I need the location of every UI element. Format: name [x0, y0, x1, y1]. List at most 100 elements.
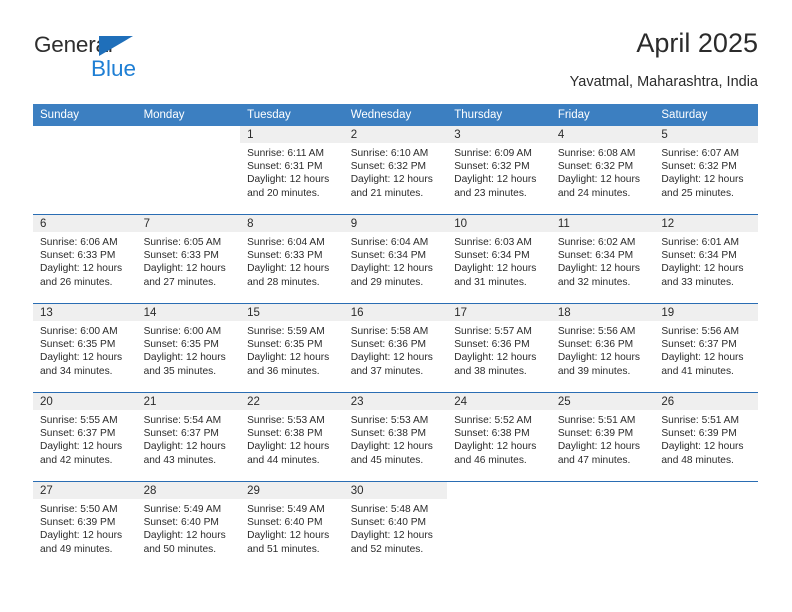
- calendar-day-cell[interactable]: 26 Sunrise: 5:51 AM Sunset: 6:39 PM Dayligh…: [654, 392, 758, 482]
- daylight-text: Daylight: 12 hours and 50 minutes.: [143, 530, 226, 555]
- calendar-day-cell[interactable]: 12 Sunrise: 6:01 AM Sunset: 6:34 PM Dayligh…: [654, 214, 758, 304]
- calendar-day-cell[interactable]: 16 Sunrise: 5:58 AM Sunset: 6:36 PM Dayligh…: [343, 303, 448, 393]
- daylight-text: Daylight: 12 hours and 38 minutes.: [454, 352, 537, 377]
- calendar-day-cell[interactable]: 3 Sunrise: 6:09 AM Sunset: 6:32 PM Daylight…: [447, 126, 551, 215]
- calendar-day-cell[interactable]: 19 Sunrise: 5:56 AM Sunset: 6:37 PM Dayligh…: [654, 303, 758, 393]
- calendar-day-cell[interactable]: 23 Sunrise: 5:53 AM Sunset: 6:38 PM Dayligh…: [343, 392, 448, 482]
- day-cell[interactable]: 9 Sunrise: 6:04 AM Sunset: 6:34 PM Daylight…: [343, 215, 448, 303]
- day-cell[interactable]: 15 Sunrise: 5:59 AM Sunset: 6:35 PM Dayligh…: [240, 304, 344, 392]
- day-cell[interactable]: 8 Sunrise: 6:04 AM Sunset: 6:33 PM Daylight…: [240, 215, 344, 303]
- day-cell[interactable]: 14 Sunrise: 6:00 AM Sunset: 6:35 PM Dayligh…: [136, 304, 241, 392]
- day-cell[interactable]: 11 Sunrise: 6:02 AM Sunset: 6:34 PM Dayligh…: [550, 215, 655, 303]
- day-cell[interactable]: 21 Sunrise: 5:54 AM Sunset: 6:37 PM Dayligh…: [136, 393, 241, 481]
- day-number: 23: [343, 393, 448, 410]
- day-number: 18: [550, 304, 655, 321]
- calendar-week-row: 20 Sunrise: 5:55 AM Sunset: 6:37 PM Dayligh…: [33, 392, 758, 482]
- daylight-text: Daylight: 12 hours and 36 minutes.: [247, 352, 330, 377]
- calendar-day-cell[interactable]: 28 Sunrise: 5:49 AM Sunset: 6:40 PM Dayligh…: [136, 481, 241, 570]
- calendar-day-cell[interactable]: 20 Sunrise: 5:55 AM Sunset: 6:37 PM Dayligh…: [33, 392, 137, 482]
- daylight-text: Daylight: 12 hours and 43 minutes.: [143, 441, 226, 466]
- calendar-day-cell[interactable]: 6 Sunrise: 6:06 AM Sunset: 6:33 PM Daylight…: [33, 214, 137, 304]
- day-cell[interactable]: 4 Sunrise: 6:08 AM Sunset: 6:32 PM Daylight…: [550, 126, 655, 214]
- sunrise-text: Sunrise: 5:49 AM: [247, 504, 325, 515]
- calendar-day-cell[interactable]: 29 Sunrise: 5:49 AM Sunset: 6:40 PM Dayligh…: [240, 481, 344, 570]
- day-cell[interactable]: 6 Sunrise: 6:06 AM Sunset: 6:33 PM Daylight…: [33, 215, 137, 303]
- day-cell[interactable]: 25 Sunrise: 5:51 AM Sunset: 6:39 PM Dayligh…: [550, 393, 655, 481]
- calendar-day-cell[interactable]: 2 Sunrise: 6:10 AM Sunset: 6:32 PM Daylight…: [343, 126, 448, 215]
- day-cell-empty: [33, 126, 137, 214]
- calendar-day-cell[interactable]: 17 Sunrise: 5:57 AM Sunset: 6:36 PM Dayligh…: [447, 303, 551, 393]
- day-cell[interactable]: 19 Sunrise: 5:56 AM Sunset: 6:37 PM Dayligh…: [654, 304, 758, 392]
- sunrise-text: Sunrise: 5:50 AM: [40, 504, 118, 515]
- calendar-day-cell[interactable]: [654, 481, 758, 570]
- page-subtitle-location: Yavatmal, Maharashtra, India: [569, 74, 758, 90]
- sunset-text: Sunset: 6:31 PM: [247, 161, 323, 173]
- calendar-day-cell[interactable]: [550, 481, 655, 570]
- day-cell[interactable]: 28 Sunrise: 5:49 AM Sunset: 6:40 PM Dayligh…: [136, 482, 241, 570]
- calendar-day-cell[interactable]: 25 Sunrise: 5:51 AM Sunset: 6:39 PM Dayligh…: [550, 392, 655, 482]
- day-cell[interactable]: 13 Sunrise: 6:00 AM Sunset: 6:35 PM Dayligh…: [33, 304, 137, 392]
- sunset-text: Sunset: 6:32 PM: [350, 161, 427, 173]
- logo-triangle-icon: [99, 36, 133, 56]
- day-cell[interactable]: 18 Sunrise: 5:56 AM Sunset: 6:36 PM Dayligh…: [550, 304, 655, 392]
- day-cell[interactable]: 12 Sunrise: 6:01 AM Sunset: 6:34 PM Dayligh…: [654, 215, 758, 303]
- day-details: Sunrise: 5:49 AM Sunset: 6:40 PM Daylight:…: [137, 499, 241, 556]
- day-number: [447, 482, 551, 499]
- daylight-text: Daylight: 12 hours and 52 minutes.: [350, 530, 433, 555]
- day-cell[interactable]: 7 Sunrise: 6:05 AM Sunset: 6:33 PM Daylight…: [136, 215, 241, 303]
- day-number: 8: [240, 215, 344, 232]
- calendar-day-cell[interactable]: 18 Sunrise: 5:56 AM Sunset: 6:36 PM Dayligh…: [550, 303, 655, 393]
- weekday-header-monday: Monday: [136, 104, 241, 126]
- general-blue-logo[interactable]: General Blue: [33, 33, 163, 86]
- day-number: [33, 126, 137, 143]
- day-cell[interactable]: 22 Sunrise: 5:53 AM Sunset: 6:38 PM Dayligh…: [240, 393, 344, 481]
- calendar-day-cell[interactable]: [447, 481, 551, 570]
- calendar-day-cell[interactable]: 13 Sunrise: 6:00 AM Sunset: 6:35 PM Dayligh…: [33, 303, 137, 393]
- sunset-text: Sunset: 6:35 PM: [40, 339, 116, 351]
- daylight-text: Daylight: 12 hours and 24 minutes.: [557, 174, 640, 199]
- calendar-day-cell[interactable]: 5 Sunrise: 6:07 AM Sunset: 6:32 PM Daylight…: [654, 126, 758, 215]
- calendar-day-cell[interactable]: 22 Sunrise: 5:53 AM Sunset: 6:38 PM Dayligh…: [240, 392, 344, 482]
- sunset-text: Sunset: 6:33 PM: [247, 250, 323, 262]
- day-cell[interactable]: 5 Sunrise: 6:07 AM Sunset: 6:32 PM Daylight…: [654, 126, 758, 214]
- day-details: Sunrise: 5:51 AM Sunset: 6:39 PM Daylight:…: [654, 410, 758, 467]
- day-cell[interactable]: 24 Sunrise: 5:52 AM Sunset: 6:38 PM Dayligh…: [447, 393, 551, 481]
- sunrise-text: Sunrise: 6:10 AM: [350, 148, 429, 159]
- calendar-day-cell[interactable]: 8 Sunrise: 6:04 AM Sunset: 6:33 PM Daylight…: [240, 214, 344, 304]
- daylight-text: Daylight: 12 hours and 35 minutes.: [143, 352, 226, 377]
- day-number: 26: [654, 393, 758, 410]
- calendar-day-cell[interactable]: 11 Sunrise: 6:02 AM Sunset: 6:34 PM Dayligh…: [550, 214, 655, 304]
- calendar-day-cell[interactable]: 15 Sunrise: 5:59 AM Sunset: 6:35 PM Dayligh…: [240, 303, 344, 393]
- day-number: [551, 482, 655, 499]
- day-cell[interactable]: 29 Sunrise: 5:49 AM Sunset: 6:40 PM Dayligh…: [240, 482, 344, 570]
- day-cell[interactable]: 23 Sunrise: 5:53 AM Sunset: 6:38 PM Dayligh…: [343, 393, 448, 481]
- day-cell[interactable]: 1 Sunrise: 6:11 AM Sunset: 6:31 PM Daylight…: [240, 126, 344, 214]
- calendar-day-cell[interactable]: 9 Sunrise: 6:04 AM Sunset: 6:34 PM Daylight…: [343, 214, 448, 304]
- calendar-day-cell[interactable]: 14 Sunrise: 6:00 AM Sunset: 6:35 PM Dayligh…: [136, 303, 241, 393]
- day-details: Sunrise: 6:09 AM Sunset: 6:32 PM Daylight:…: [447, 143, 551, 200]
- calendar-day-cell[interactable]: 4 Sunrise: 6:08 AM Sunset: 6:32 PM Daylight…: [550, 126, 655, 215]
- day-cell[interactable]: 10 Sunrise: 6:03 AM Sunset: 6:34 PM Dayligh…: [447, 215, 551, 303]
- calendar-day-cell[interactable]: 24 Sunrise: 5:52 AM Sunset: 6:38 PM Dayligh…: [447, 392, 551, 482]
- sunrise-text: Sunrise: 5:59 AM: [247, 326, 325, 337]
- calendar-day-cell[interactable]: 27 Sunrise: 5:50 AM Sunset: 6:39 PM Dayligh…: [33, 481, 137, 570]
- day-cell[interactable]: 17 Sunrise: 5:57 AM Sunset: 6:36 PM Dayligh…: [447, 304, 551, 392]
- day-number: [137, 126, 241, 143]
- day-cell[interactable]: 20 Sunrise: 5:55 AM Sunset: 6:37 PM Dayligh…: [33, 393, 137, 481]
- calendar-day-cell[interactable]: [33, 126, 137, 215]
- calendar-day-cell[interactable]: 21 Sunrise: 5:54 AM Sunset: 6:37 PM Dayligh…: [136, 392, 241, 482]
- day-cell[interactable]: 16 Sunrise: 5:58 AM Sunset: 6:36 PM Dayligh…: [343, 304, 448, 392]
- day-cell[interactable]: 30 Sunrise: 5:48 AM Sunset: 6:40 PM Dayligh…: [343, 482, 448, 570]
- calendar-day-cell[interactable]: 30 Sunrise: 5:48 AM Sunset: 6:40 PM Dayligh…: [343, 481, 448, 570]
- day-number: [654, 482, 758, 499]
- calendar-day-cell[interactable]: [137, 126, 241, 215]
- calendar-day-cell[interactable]: 1 Sunrise: 6:11 AM Sunset: 6:31 PM Daylight…: [240, 126, 344, 215]
- weekday-header-wednesday: Wednesday: [343, 104, 448, 126]
- day-cell[interactable]: 26 Sunrise: 5:51 AM Sunset: 6:39 PM Dayligh…: [654, 393, 758, 481]
- day-cell[interactable]: 3 Sunrise: 6:09 AM Sunset: 6:32 PM Daylight…: [447, 126, 551, 214]
- day-cell[interactable]: 2 Sunrise: 6:10 AM Sunset: 6:32 PM Daylight…: [343, 126, 448, 214]
- day-cell[interactable]: 27 Sunrise: 5:50 AM Sunset: 6:39 PM Dayligh…: [33, 482, 137, 570]
- sunrise-text: Sunrise: 5:56 AM: [661, 326, 739, 337]
- calendar-day-cell[interactable]: 7 Sunrise: 6:05 AM Sunset: 6:33 PM Daylight…: [136, 214, 241, 304]
- calendar-day-cell[interactable]: 10 Sunrise: 6:03 AM Sunset: 6:34 PM Dayligh…: [447, 214, 551, 304]
